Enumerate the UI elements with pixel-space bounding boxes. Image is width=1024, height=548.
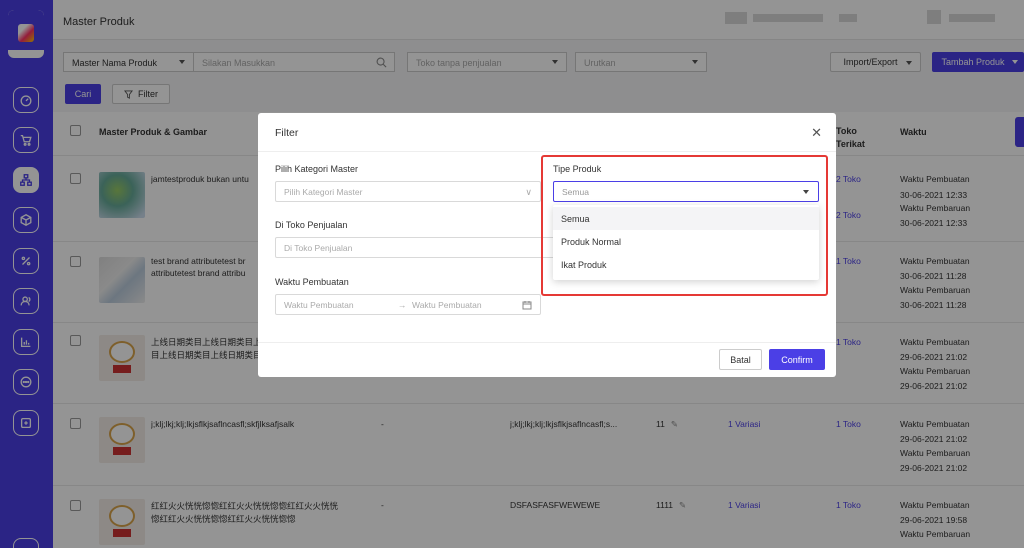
date-start-placeholder[interactable]: Waktu Pembuatan (284, 300, 354, 310)
highlight-annotation (541, 155, 828, 296)
date-end-placeholder[interactable]: Waktu Pembuatan (412, 300, 482, 310)
chevron-down-icon: ∨ (525, 187, 532, 197)
date-range-picker[interactable]: Waktu Pembuatan → Waktu Pembuatan (275, 294, 541, 315)
shop-select[interactable]: Di Toko Penjualan (275, 237, 575, 258)
modal-footer-divider (258, 342, 836, 343)
modal-header-divider (258, 151, 836, 152)
shop-placeholder: Di Toko Penjualan (284, 243, 353, 253)
category-select[interactable]: Pilih Kategori Master ∨ (275, 181, 541, 202)
arrow-right-icon: → (398, 300, 407, 310)
shop-label: Di Toko Penjualan (275, 220, 348, 230)
modal-title: Filter (275, 127, 299, 139)
cancel-button[interactable]: Batal (719, 349, 762, 370)
created-time-label: Waktu Pembuatan (275, 277, 349, 287)
close-icon[interactable]: ✕ (811, 125, 822, 141)
category-placeholder: Pilih Kategori Master (284, 187, 363, 197)
calendar-icon[interactable] (522, 300, 532, 310)
confirm-button[interactable]: Confirm (769, 349, 825, 370)
category-label: Pilih Kategori Master (275, 164, 359, 174)
